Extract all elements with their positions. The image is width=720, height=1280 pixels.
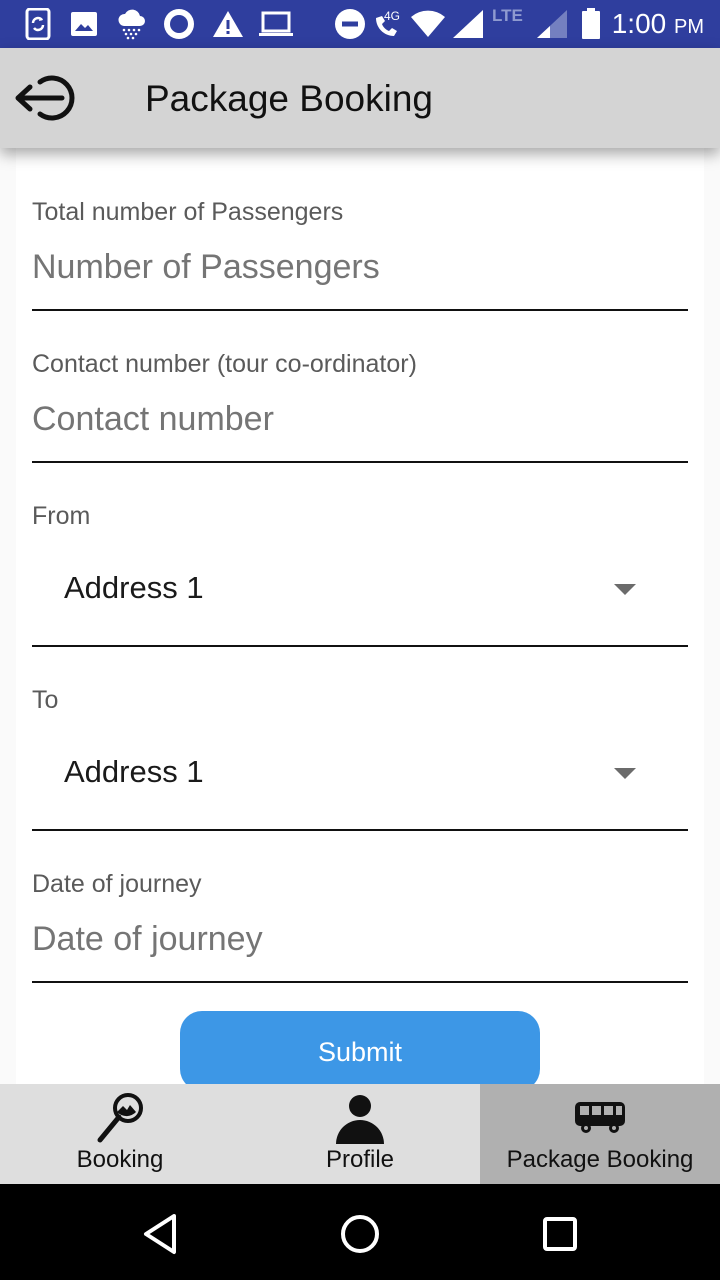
- clock: 1:00 PM: [612, 0, 704, 48]
- image-icon: [70, 8, 98, 40]
- rain-cloud-icon: [116, 8, 148, 40]
- system-recents-button[interactable]: [536, 1210, 584, 1258]
- nav-item-booking[interactable]: Booking: [0, 1084, 240, 1184]
- to-field: To Address 1: [32, 680, 688, 832]
- battery-icon: [580, 8, 602, 40]
- screen-rotate-icon: [24, 8, 52, 40]
- passengers-input[interactable]: [32, 248, 688, 287]
- home-icon: [341, 1215, 379, 1253]
- circle-ring-icon: [162, 8, 196, 40]
- wifi-call-icon: 4G: [372, 8, 406, 40]
- do-not-disturb-icon: [334, 8, 366, 40]
- status-bar: 4G LTE 1:00 PM: [0, 0, 720, 48]
- passengers-field: Total number of Passengers: [32, 192, 688, 312]
- contact-field: Contact number (tour co-ordinator): [32, 344, 688, 464]
- system-nav-bar: [0, 1184, 720, 1280]
- contact-input[interactable]: [32, 400, 688, 439]
- back-icon: [144, 1214, 176, 1254]
- to-select[interactable]: Address 1: [32, 730, 688, 820]
- passengers-underline: [32, 309, 688, 311]
- contact-underline: [32, 461, 688, 463]
- contact-label: Contact number (tour co-ordinator): [32, 350, 417, 378]
- app-bar: Package Booking: [0, 48, 720, 148]
- clock-suffix: PM: [674, 16, 704, 38]
- logout-button[interactable]: [12, 70, 84, 126]
- warning-icon: [212, 8, 244, 40]
- nav-label-booking: Booking: [76, 1146, 164, 1173]
- bus-icon: [480, 1092, 720, 1144]
- bottom-nav: Booking Profile Package Booking: [0, 1084, 720, 1184]
- chevron-down-icon: [614, 768, 636, 779]
- from-field: From Address 1: [32, 496, 688, 648]
- system-home-button[interactable]: [336, 1210, 384, 1258]
- passengers-label: Total number of Passengers: [32, 198, 344, 226]
- nav-label-profile: Profile: [325, 1146, 395, 1173]
- search-map-icon: [0, 1092, 240, 1144]
- nav-label-package-booking: Package Booking: [506, 1146, 694, 1173]
- page-title: Package Booking: [145, 78, 433, 119]
- date-label: Date of journey: [32, 870, 202, 898]
- to-selected-value: Address 1: [64, 754, 204, 789]
- date-input[interactable]: [32, 920, 688, 959]
- laptop-icon: [258, 8, 294, 40]
- logout-arrow-icon: [15, 75, 75, 121]
- person-icon: [240, 1092, 480, 1144]
- chevron-down-icon: [614, 584, 636, 595]
- signal-weak-icon: [536, 8, 568, 40]
- date-underline: [32, 981, 688, 983]
- from-underline: [32, 645, 688, 647]
- submit-button[interactable]: Submit: [180, 1011, 540, 1091]
- from-label: From: [32, 502, 91, 530]
- network-type: LTE: [492, 6, 523, 25]
- from-select[interactable]: Address 1: [32, 546, 688, 636]
- nav-item-package-booking[interactable]: Package Booking: [480, 1084, 720, 1184]
- system-back-button[interactable]: [136, 1210, 184, 1258]
- date-field: Date of journey: [32, 864, 688, 984]
- signal-icon: [452, 8, 484, 40]
- to-label: To: [32, 686, 59, 714]
- to-underline: [32, 829, 688, 831]
- clock-time: 1:00: [611, 8, 667, 39]
- nav-item-profile[interactable]: Profile: [240, 1084, 480, 1184]
- recents-icon: [543, 1217, 577, 1251]
- from-selected-value: Address 1: [64, 570, 204, 605]
- wifi-icon: [410, 8, 446, 40]
- booking-form: Total number of Passengers Contact numbe…: [16, 148, 704, 1088]
- call-badge: 4G: [384, 9, 400, 23]
